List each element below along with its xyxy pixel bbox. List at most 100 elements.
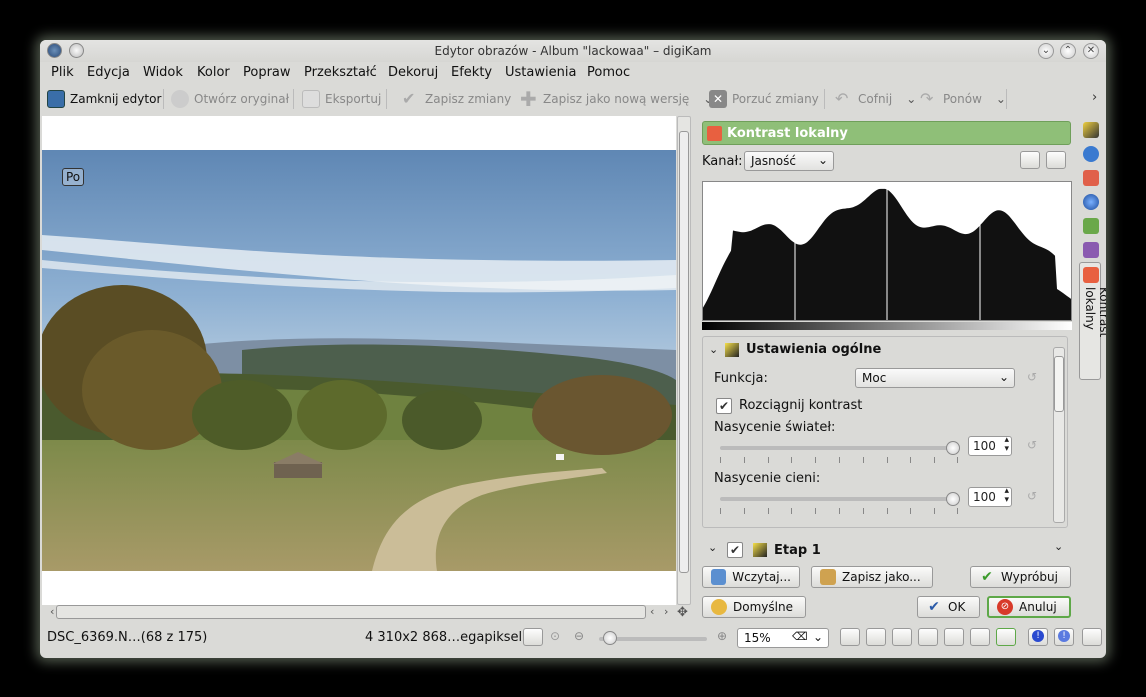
chevron-down-icon[interactable]: ⌄ [906,92,916,106]
open-original-button[interactable]: Otwórz oryginał [171,87,289,111]
stage1-title[interactable]: Etap 1 [774,543,821,558]
pan-navigator-icon[interactable]: ✥ [677,605,688,620]
settings-scroll-thumb[interactable] [1054,356,1064,412]
overexposure-indicator-icon[interactable]: ! [1054,628,1074,646]
zoom-slider-handle[interactable] [603,631,617,645]
menu-pomoc[interactable]: Pomoc [587,65,630,80]
spin-arrows-icon[interactable]: ▴ ▾ [1004,487,1009,505]
zoom-out-icon[interactable]: ⊖ [574,629,584,643]
clear-text-icon[interactable]: ⌫ [792,630,808,643]
stage1-checkbox[interactable]: ✔ [727,542,743,558]
stretch-contrast-label[interactable]: Rozciągnij kontrast [739,398,862,413]
reset-icon[interactable]: ↺ [1023,438,1041,456]
vertical-scroll-thumb[interactable] [679,131,689,573]
log-scale-icon[interactable] [1046,151,1066,169]
open-original-label: Otwórz oryginał [194,92,290,106]
save-new-version-button[interactable]: ✚ Zapisz jako nową wersję ⌄ [520,87,713,111]
redo-button[interactable]: ↷ Ponów ⌄ [920,87,1006,111]
title-bar: Edytor obrazów - Album "lackowaa" – digi… [40,40,1106,62]
shadows-value-spinbox[interactable]: 100 ▴ ▾ [968,487,1012,507]
toolbar-overflow-icon[interactable]: › [1092,90,1097,105]
close-editor-button[interactable]: Zamknij edytor [47,87,161,111]
original-view-icon[interactable] [840,628,860,646]
scroll-down-chevron-icon[interactable]: ⌄ [1054,540,1063,553]
tools-tab-icon[interactable] [1083,122,1099,138]
collapse-chevron-icon[interactable]: ⌄ [708,541,717,554]
linear-scale-icon[interactable] [1020,151,1040,169]
highlights-slider-handle[interactable] [946,441,960,455]
try-button[interactable]: ✔ Wypróbuj [970,566,1071,588]
save-changes-label: Zapisz zmiany [425,92,512,106]
underexposure-indicator-icon[interactable]: ! [1028,628,1048,646]
shadows-slider-handle[interactable] [946,492,960,506]
load-button[interactable]: Wczytaj... [702,566,800,588]
side-tab-label: Kontrast lokalny [1083,287,1106,338]
scroll-left-icon[interactable]: ‹ [50,605,54,618]
chevron-down-icon[interactable]: ⌄ [996,92,1006,106]
image-canvas[interactable]: Po [42,116,676,605]
ok-button[interactable]: ✔ OK [917,596,980,618]
local-contrast-side-tab[interactable]: Kontrast lokalny [1079,262,1106,380]
zoom-value: 15% [744,631,771,645]
zoom-combo[interactable]: 15% ⌫ ⌄ [737,628,829,648]
save-changes-button[interactable]: ✔ Zapisz zmiany [402,87,511,111]
menu-przeksztalc[interactable]: Przekształć [304,65,377,80]
save-as-button[interactable]: Zapisz jako... [811,566,933,588]
info-tab-icon[interactable] [1083,146,1099,162]
spin-arrows-icon[interactable]: ▴ ▾ [1004,436,1009,454]
metadata-tab-icon[interactable] [1083,218,1099,234]
menu-widok[interactable]: Widok [143,65,183,80]
canvas-vertical-scrollbar[interactable] [677,116,691,605]
undo-icon: ↶ [835,89,849,108]
undo-button[interactable]: ↶ Cofnij ⌄ [835,87,916,111]
preview-icon[interactable] [970,628,990,646]
collapse-chevron-icon[interactable]: ⌄ [709,343,718,356]
general-settings-title[interactable]: Ustawienia ogólne [746,342,881,357]
preview-active-icon[interactable] [996,628,1016,646]
close-window-button[interactable]: ✕ [1083,43,1099,59]
versions-tab-icon[interactable] [1083,242,1099,258]
open-original-icon [171,90,189,108]
menu-plik[interactable]: Plik [51,65,74,80]
luminance-gradient-bar [702,322,1072,330]
channel-select[interactable]: Jasność ⌄ [744,151,834,171]
menu-edycja[interactable]: Edycja [87,65,130,80]
maximize-button[interactable]: ⌃ [1060,43,1076,59]
zoom-100-icon[interactable]: ⊙ [550,629,560,643]
function-select[interactable]: Moc ⌄ [855,368,1015,388]
cancel-button[interactable]: ⊘ Anuluj [987,596,1071,618]
menu-dekoruj[interactable]: Dekoruj [388,65,438,80]
menu-popraw[interactable]: Popraw [243,65,291,80]
local-contrast-icon [1083,267,1099,283]
compare-horizontal-icon[interactable] [944,628,964,646]
reset-icon[interactable]: ↺ [1023,489,1041,507]
menu-efekty[interactable]: Efekty [451,65,492,80]
reset-icon[interactable]: ↺ [1023,370,1041,388]
menu-ustawienia[interactable]: Ustawienia [505,65,576,80]
highlights-value-spinbox[interactable]: 100 ▴ ▾ [968,436,1012,456]
minimize-button[interactable]: ⌄ [1038,43,1054,59]
geolocation-tab-icon[interactable] [1083,194,1099,210]
cancel-label: Anuluj [1019,600,1057,614]
scroll-left-icon[interactable]: ‹ [650,605,654,618]
fit-to-window-icon[interactable] [523,628,543,646]
defaults-button[interactable]: Domyślne [702,596,806,618]
menu-kolor[interactable]: Kolor [197,65,230,80]
discard-changes-button[interactable]: ✕ Porzuć zmiany [709,87,819,111]
settings-scrollbar[interactable] [1053,347,1065,523]
split-vertical-icon[interactable] [866,628,886,646]
before-after-badge[interactable]: Po [62,168,85,186]
checkmark-icon: ✔ [928,599,940,615]
export-button[interactable]: Eksportuj [302,87,381,111]
stage-icon [753,543,767,557]
split-horizontal-icon[interactable] [892,628,912,646]
color-managed-view-icon[interactable] [1082,628,1102,646]
canvas-horizontal-scrollbar[interactable] [56,605,646,619]
zoom-in-icon[interactable]: ⊕ [717,629,727,643]
shadows-slider[interactable] [720,497,958,501]
stretch-contrast-checkbox[interactable]: ✔ [716,398,732,414]
scroll-right-icon[interactable]: › [664,605,668,618]
highlights-slider[interactable] [720,446,958,450]
compare-vertical-icon[interactable] [918,628,938,646]
colors-tab-icon[interactable] [1083,170,1099,186]
